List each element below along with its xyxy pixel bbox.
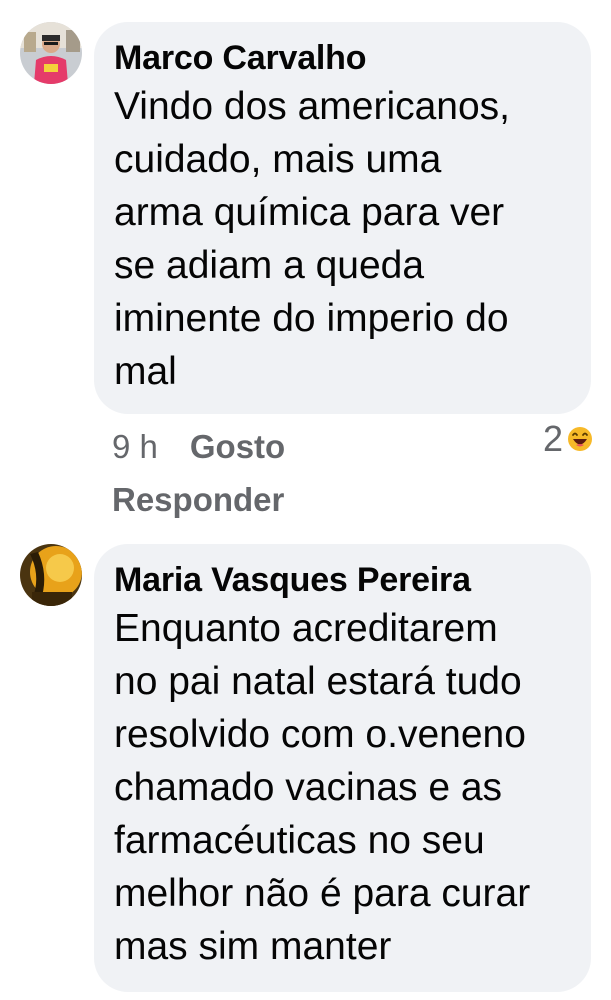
reaction-summary[interactable]: 2	[543, 418, 593, 460]
like-button[interactable]: Gosto	[190, 428, 285, 465]
profile-photo-icon	[20, 22, 82, 84]
comment-bubble: Maria Vasques Pereira Enquanto acreditar…	[94, 544, 591, 992]
comment-bubble: Marco Carvalho Vindo dos americanos, cui…	[94, 22, 591, 414]
comment-author[interactable]: Marco Carvalho	[114, 36, 569, 80]
comment-text: Vindo dos americanos, cuidado, mais uma …	[114, 85, 511, 393]
laughing-emoji-icon	[568, 427, 592, 451]
comment-text: Enquanto acreditarem no pai natal estará…	[114, 607, 531, 968]
comment: Maria Vasques Pereira Enquanto acreditar…	[0, 530, 611, 1000]
comment: Marco Carvalho Vindo dos americanos, cui…	[0, 0, 611, 530]
avatar[interactable]	[20, 22, 82, 84]
comment-author[interactable]: Maria Vasques Pereira	[114, 558, 569, 602]
reply-button[interactable]: Responder	[112, 481, 284, 518]
reply-row: Responder	[112, 474, 284, 526]
comment-timestamp[interactable]: 9 h	[112, 428, 158, 465]
profile-photo-icon	[20, 544, 82, 606]
avatar[interactable]	[20, 544, 82, 606]
comment-actions: 9 h Gosto	[112, 421, 285, 473]
reaction-count: 2	[542, 418, 563, 459]
